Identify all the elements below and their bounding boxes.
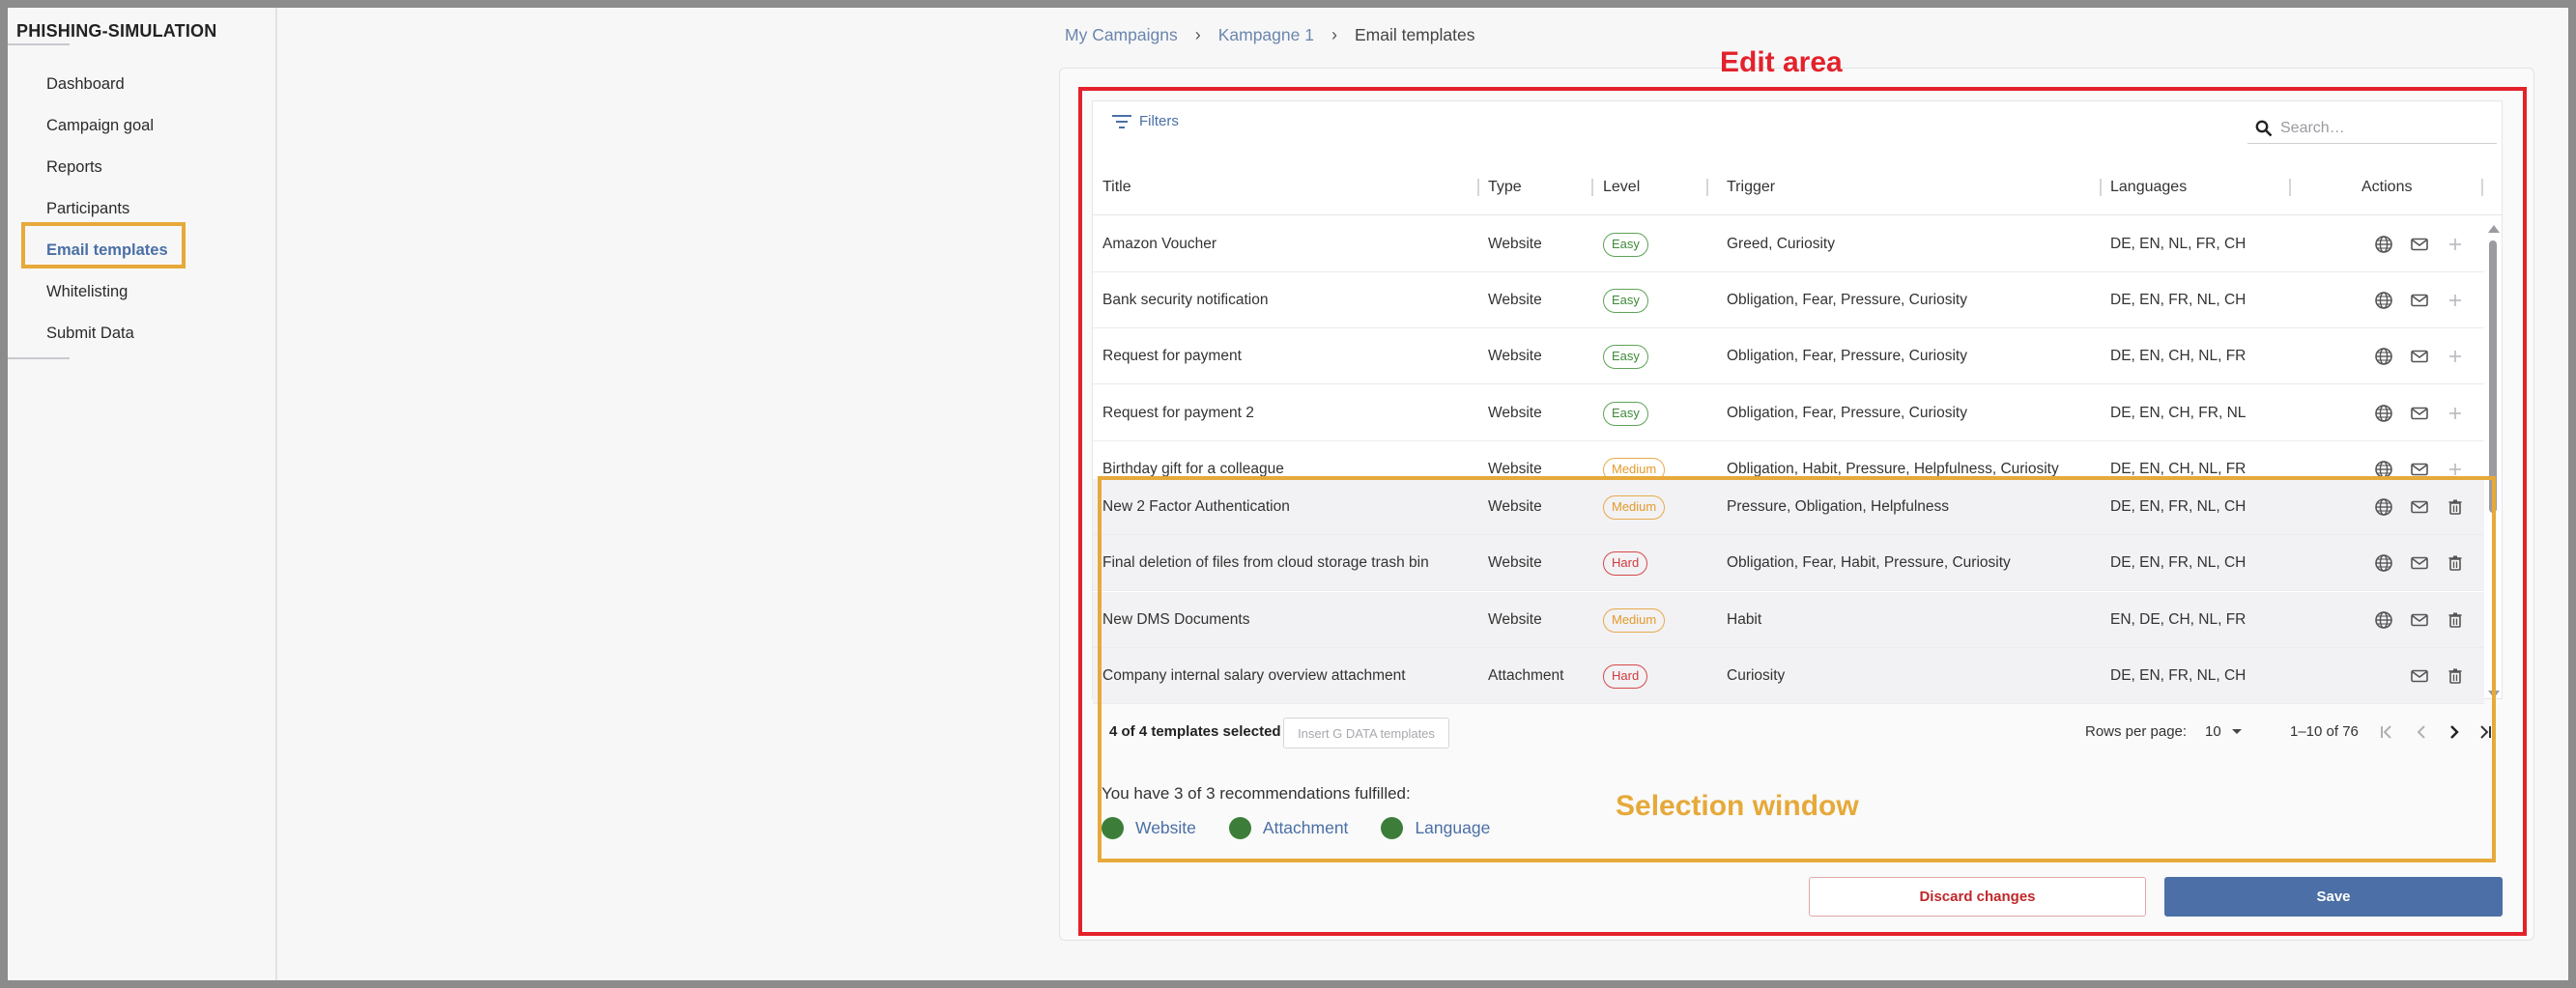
divider xyxy=(8,43,70,45)
breadcrumb-my-campaigns[interactable]: My Campaigns xyxy=(1065,25,1178,45)
sidebar: PHISHING-SIMULATION Dashboard Campaign g… xyxy=(8,8,277,980)
breadcrumb: My Campaigns › Kampagne 1 › Email templa… xyxy=(1065,25,1474,45)
breadcrumb-campaign[interactable]: Kampagne 1 xyxy=(1218,25,1314,45)
save-button[interactable]: Save xyxy=(2164,877,2503,917)
brand-title: PHISHING-SIMULATION xyxy=(16,21,217,41)
breadcrumb-current: Email templates xyxy=(1354,25,1475,44)
sidebar-item-reports[interactable]: Reports xyxy=(8,147,277,188)
edit-area-frame xyxy=(1078,87,2527,936)
sidebar-item-dashboard[interactable]: Dashboard xyxy=(8,64,277,105)
active-item-highlight xyxy=(21,222,186,268)
sidebar-item-whitelisting[interactable]: Whitelisting xyxy=(8,271,277,313)
chevron-right-icon: › xyxy=(1331,25,1337,44)
sidebar-nav: Dashboard Campaign goal Reports Particip… xyxy=(8,64,277,354)
edit-area-label: Edit area xyxy=(1720,46,1843,78)
sidebar-item-submit-data[interactable]: Submit Data xyxy=(8,313,277,354)
sidebar-item-campaign-goal[interactable]: Campaign goal xyxy=(8,105,277,147)
divider xyxy=(8,357,70,359)
chevron-right-icon: › xyxy=(1194,25,1201,44)
discard-changes-button[interactable]: Discard changes xyxy=(1809,877,2146,917)
